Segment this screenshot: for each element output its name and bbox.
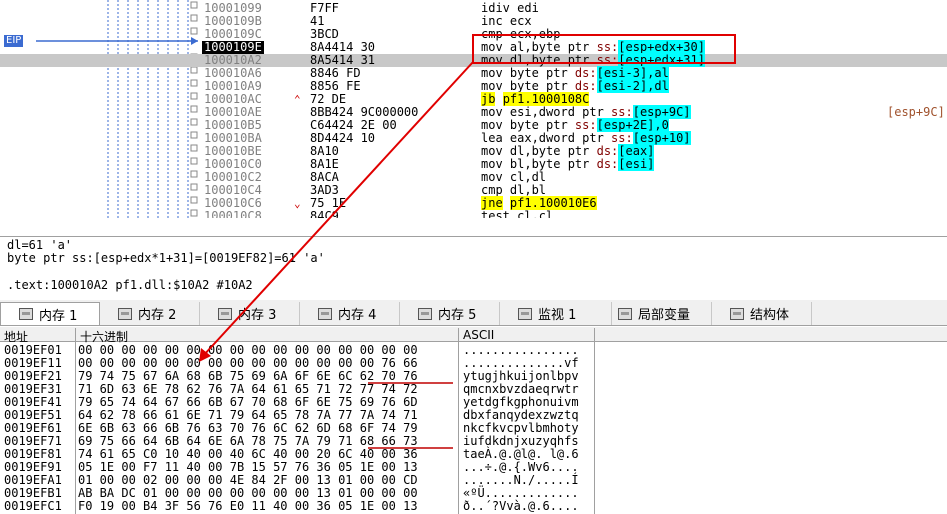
- segment-register: ds:: [596, 157, 619, 171]
- disasm-row[interactable]: 100010C2 8ACA mov cl,dl: [0, 171, 947, 184]
- instruction-bytes: 84C9: [310, 209, 339, 219]
- memory-operand: [esi-3],al: [596, 66, 669, 80]
- jump-mnemonic: jne: [481, 196, 503, 210]
- instruction-prefix: mov dl,byte ptr: [481, 144, 597, 158]
- disasm-row[interactable]: 1000109C 3BCD cmp ecx,ebp: [0, 28, 947, 41]
- instruction-prefix: mov byte ptr: [481, 66, 575, 80]
- instruction-prefix: mov al,byte ptr: [481, 40, 597, 54]
- jump-down-icon: ⌄: [294, 197, 301, 210]
- tab-内存-1[interactable]: 内存 1: [0, 302, 100, 325]
- instruction-prefix: mov esi,dword ptr: [481, 105, 612, 119]
- memory-icon: [218, 307, 232, 320]
- memory-operand: [esp+edx+31]: [618, 53, 705, 67]
- disasm-row[interactable]: 100010A2 8A5414 31 mov dl,byte ptr ss:[esp…: [0, 53, 947, 67]
- disasm-row[interactable]: 1000109B 41 inc ecx: [0, 15, 947, 28]
- tab-label: 内存 1: [39, 308, 78, 324]
- tab-label: 结构体: [750, 308, 790, 323]
- tab-内存-4[interactable]: 内存 4: [300, 302, 400, 325]
- instruction-prefix: mov bl,byte ptr: [481, 157, 597, 171]
- tab-label: 内存 3: [238, 308, 277, 323]
- segment-register: ds:: [574, 79, 597, 93]
- instruction-prefix: mov dl,byte ptr: [481, 53, 597, 67]
- column-header-address[interactable]: 地址: [0, 328, 76, 344]
- memory-operand: [esp+10]: [632, 131, 691, 145]
- segment-register: ss:: [596, 40, 619, 54]
- instruction-text: test cl,cl: [481, 209, 554, 219]
- memory-operand: [esp+edx+30]: [618, 40, 705, 54]
- instruction-prefix: mov byte ptr: [481, 79, 575, 93]
- dump-tab-bar: 内存 1 内存 2 内存 3 内存 4 内存 5 监视 1 局部变量 结构体: [0, 300, 947, 326]
- memory-operand: [esp+9C]: [632, 105, 691, 119]
- disasm-row[interactable]: 100010BE 8A10 mov dl,byte ptr ds:[eax]: [0, 144, 947, 158]
- memory-icon: [418, 307, 432, 320]
- tab-label: 局部变量: [638, 308, 691, 323]
- jump-separator: [503, 196, 510, 210]
- dump-hex-bytes[interactable]: F0 19 00 B4 3F 56 76 E0 11 40 00 36 05 1…: [78, 500, 418, 513]
- memory-icon: [19, 308, 33, 320]
- jump-up-icon: ⌃: [294, 93, 301, 106]
- locals-icon: [618, 307, 632, 320]
- tab-内存-5[interactable]: 内存 5: [400, 302, 500, 325]
- memory-operand: [eax]: [618, 144, 655, 158]
- instruction-address: 100010C8: [204, 209, 262, 219]
- info-pane[interactable]: dl=61 'a' byte ptr ss:[esp+edx*1+31]=[00…: [0, 236, 947, 298]
- jump-target[interactable]: pf1.1000108C: [502, 92, 590, 106]
- memory-operand: [esp+2E],0: [596, 118, 669, 132]
- instruction-prefix: lea eax,dword ptr: [481, 131, 612, 145]
- disasm-row[interactable]: 100010B5 C64424 2E 00 mov byte ptr ss:[esp…: [0, 118, 947, 132]
- segment-register: ss:: [611, 131, 633, 145]
- disasm-row[interactable]: 100010C4 3AD3 cmp dl,bl: [0, 184, 947, 197]
- dump-row[interactable]: 0019EFC1 F0 19 00 B4 3F 56 76 E0 11 40 00…: [0, 500, 947, 513]
- tab-label: 内存 4: [338, 308, 377, 323]
- dump-ascii[interactable]: ð..´?Vvà.@.6....: [463, 500, 579, 513]
- disasm-row[interactable]: 100010C0 8A1E mov bl,byte ptr ds:[esi]: [0, 157, 947, 171]
- tab-局部变量[interactable]: 局部变量: [600, 302, 712, 325]
- instruction-comment: [esp+9C]: [887, 105, 945, 119]
- memory-icon: [318, 307, 332, 320]
- tab-监视-1[interactable]: 监视 1: [500, 302, 612, 325]
- watch-icon: [518, 307, 532, 320]
- segment-register: ds:: [574, 66, 597, 80]
- tab-label: 内存 5: [438, 308, 477, 323]
- disasm-row[interactable]: 10001099 F7FF idiv edi: [0, 2, 947, 15]
- column-header-hex[interactable]: 十六进制: [76, 328, 459, 344]
- disassembly-pane[interactable]: EIP 10001099 F7FF idiv edi 1000109B 41 inc ec…: [0, 0, 947, 218]
- disasm-row[interactable]: 100010A6 8846 FD mov byte ptr ds:[esi-3],a…: [0, 66, 947, 80]
- disasm-row[interactable]: 100010C6 ⌄ 75 1E jne pf1.100010E6: [0, 196, 947, 210]
- memory-dump-pane[interactable]: 地址 十六进制 ASCII 0019EF01 00 00 00 00 00 00 …: [0, 327, 947, 514]
- disasm-row[interactable]: 100010BA 8D4424 10 lea eax,dword ptr ss:[e…: [0, 131, 947, 145]
- jump-target[interactable]: pf1.100010E6: [509, 196, 597, 210]
- jump-mnemonic: jb: [481, 92, 496, 106]
- tab-label: 内存 2: [138, 308, 177, 323]
- tab-内存-3[interactable]: 内存 3: [200, 302, 300, 325]
- memory-operand: [esi]: [618, 157, 655, 171]
- disasm-row[interactable]: 100010A9 8856 FE mov byte ptr ds:[esi-2],d…: [0, 79, 947, 93]
- disasm-row[interactable]: 100010C8 84C9 test cl,cl: [0, 209, 947, 219]
- dump-header: 地址 十六进制 ASCII: [0, 327, 947, 344]
- info-memory-line: byte ptr ss:[esp+edx*1+31]=[0019EF82]=61…: [7, 251, 325, 265]
- disasm-row[interactable]: 1000109E 8A4414 30 mov al,byte ptr ss:[esp…: [0, 40, 947, 54]
- segment-register: ss:: [574, 118, 597, 132]
- info-location-line: .text:100010A2 pf1.dll:$10A2 #10A2: [7, 278, 253, 292]
- disasm-row[interactable]: 100010AE 8BB424 9C000000 mov esi,dword ptr…: [0, 105, 947, 119]
- tab-结构体[interactable]: 结构体: [712, 302, 812, 325]
- column-header-ascii[interactable]: ASCII: [459, 328, 595, 342]
- memory-operand: [esi-2],dl: [596, 79, 669, 93]
- tab-内存-2[interactable]: 内存 2: [100, 302, 200, 325]
- disasm-row[interactable]: 100010AC ⌃ 72 DE jb pf1.1000108C: [0, 92, 947, 106]
- instruction-prefix: mov byte ptr: [481, 118, 575, 132]
- dump-address[interactable]: 0019EFC1: [4, 500, 62, 513]
- tab-label: 监视 1: [538, 308, 577, 323]
- struct-icon: [730, 307, 744, 320]
- jump-separator: [495, 92, 502, 106]
- segment-register: ds:: [596, 144, 619, 158]
- memory-icon: [118, 307, 132, 320]
- segment-register: ss:: [611, 105, 633, 119]
- segment-register: ss:: [596, 53, 619, 67]
